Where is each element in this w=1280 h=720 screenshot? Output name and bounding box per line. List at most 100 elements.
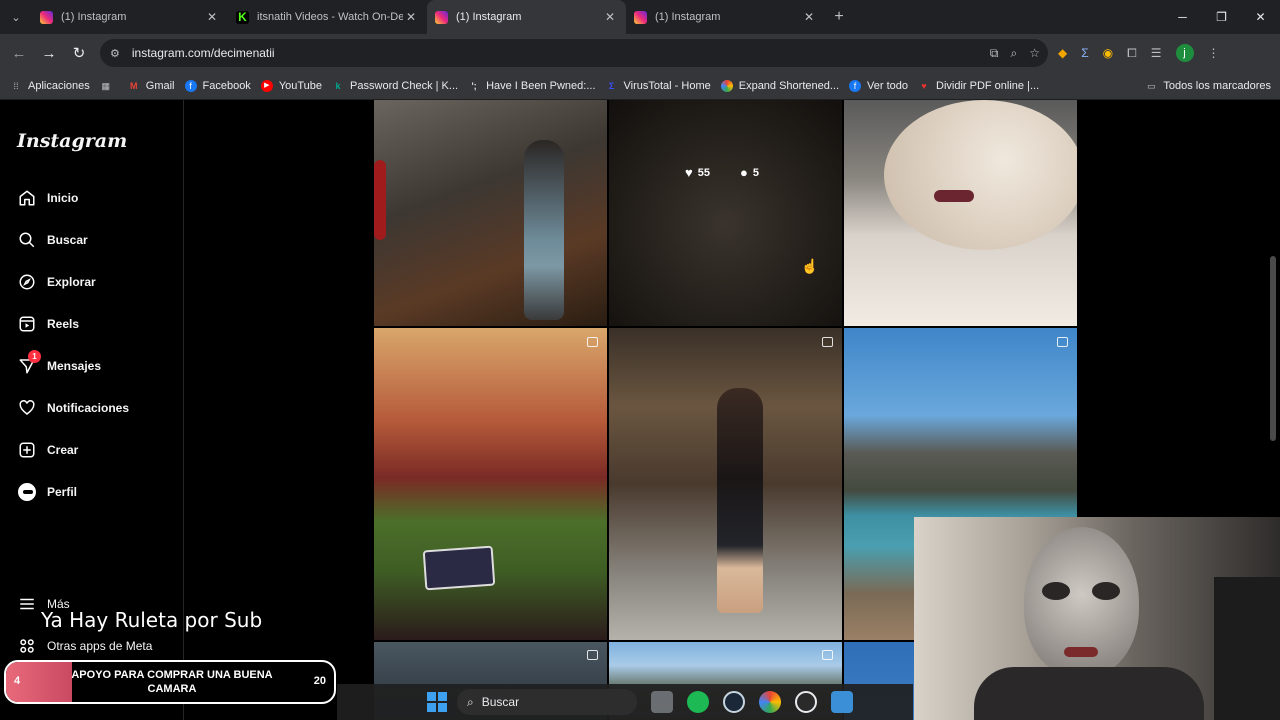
media-controls-icon[interactable]: ☰	[1151, 46, 1162, 60]
install-app-icon[interactable]: ⧉	[990, 46, 999, 61]
nav-otras-apps-meta[interactable]: Otras apps de Meta	[17, 636, 152, 656]
nav-crear[interactable]: Crear	[17, 440, 78, 460]
notification-badge: 1	[28, 350, 41, 363]
windows-start-icon[interactable]	[427, 692, 447, 712]
minimize-icon[interactable]: ─	[1163, 0, 1202, 34]
nav-buscar[interactable]: Buscar	[17, 230, 88, 250]
extension-icon[interactable]: ◉	[1103, 46, 1113, 60]
post-thumbnail[interactable]	[374, 100, 607, 326]
goal-current: 4	[14, 675, 21, 687]
scrollbar-thumb[interactable]	[1270, 256, 1276, 441]
nav-label: Buscar	[47, 233, 88, 247]
taskbar-search[interactable]: ⌕ Buscar	[457, 689, 637, 715]
kick-icon: K	[236, 10, 249, 24]
bookmark-password-check[interactable]: k Password Check | K...	[332, 80, 459, 92]
close-icon[interactable]: ✕	[801, 10, 817, 24]
tab-kick[interactable]: K itsnatih Videos - Watch On-Dem ✕	[228, 0, 427, 34]
nav-inicio[interactable]: Inicio	[17, 188, 78, 208]
bookmark-virustotal[interactable]: Σ VirusTotal - Home	[606, 80, 711, 92]
carousel-icon	[1057, 337, 1068, 347]
reload-icon[interactable]: ↻	[64, 44, 94, 62]
bookmark-grid[interactable]: ▦	[100, 80, 118, 92]
chrome-icon[interactable]	[759, 691, 781, 713]
notepad-icon[interactable]	[831, 691, 853, 713]
task-view-icon[interactable]	[651, 691, 673, 713]
extension-icon[interactable]: ◆	[1058, 46, 1067, 60]
nav-label: Inicio	[47, 191, 79, 205]
bookmarks-bar: ⁞⁞ Aplicaciones ▦ M Gmail f Facebook ▶ YouTu…	[0, 72, 1280, 100]
puzzle-icon[interactable]: ⧠	[1127, 46, 1137, 61]
post-thumbnail-hovered[interactable]: ♥ 55 ● 5 ☝	[609, 100, 842, 326]
bookmark-haveibeenpwned[interactable]: '; Have I Been Pwned:...	[468, 80, 595, 92]
streamer-shirt	[974, 667, 1204, 720]
stream-subtitle: Ya Hay Ruleta por Sub	[41, 608, 263, 632]
profile-icon	[17, 482, 37, 502]
youtube-icon: ▶	[260, 79, 273, 92]
obs-icon[interactable]	[795, 691, 817, 713]
meta-apps-icon	[17, 636, 37, 656]
tab-search-button[interactable]: ⌄	[0, 0, 32, 34]
search-icon: ⌕	[467, 694, 474, 709]
bookmark-dividir-pdf[interactable]: ♥ Dividir PDF online |...	[918, 80, 1039, 92]
new-tab-button[interactable]: +	[825, 8, 853, 26]
instagram-icon	[634, 10, 647, 24]
close-icon[interactable]: ✕	[403, 10, 419, 24]
bookmark-star-icon[interactable]: ☆	[1029, 46, 1040, 61]
bookmark-gmail[interactable]: M Gmail	[128, 80, 174, 92]
back-arrow-icon[interactable]: ←	[4, 45, 34, 62]
tab-title: (1) Instagram	[61, 11, 127, 23]
streamer-face	[1024, 527, 1139, 677]
plus-square-icon	[17, 440, 37, 460]
nav-label: Perfil	[47, 485, 78, 499]
bookmark-youtube[interactable]: ▶ YouTube	[260, 79, 322, 92]
bookmark-facebook[interactable]: f Facebook	[184, 79, 251, 92]
grid-icon: ▦	[101, 80, 111, 91]
steam-icon[interactable]	[723, 691, 745, 713]
right-eye	[1092, 582, 1120, 600]
extension-icon[interactable]: Σ	[1081, 46, 1088, 60]
pdf-icon: ♥	[921, 80, 927, 91]
heart-icon: ♥	[685, 165, 693, 180]
bookmark-expand[interactable]: Expand Shortened...	[720, 79, 839, 92]
avatar[interactable]: j	[1175, 44, 1194, 62]
post-thumbnail[interactable]	[844, 100, 1077, 326]
bookmark-label: Facebook	[202, 79, 251, 92]
nav-explorar[interactable]: Explorar	[17, 272, 96, 292]
url-text: instagram.com/decimenatii	[131, 46, 275, 60]
mouth	[1064, 647, 1098, 657]
extensions-area: ◆ Σ ◉ ⧠ ☰ j ⋮	[1058, 44, 1220, 62]
close-icon[interactable]: ✕	[204, 10, 220, 24]
close-icon[interactable]: ✕	[602, 10, 618, 24]
tab-instagram-active[interactable]: (1) Instagram ✕	[427, 0, 626, 34]
forward-arrow-icon[interactable]: →	[34, 45, 64, 62]
bookmark-apps[interactable]: ⁞⁞ Aplicaciones	[10, 80, 89, 92]
carousel-icon	[822, 650, 833, 660]
address-bar[interactable]: ⚙ instagram.com/decimenatii ⧉ ⌕ ☆	[100, 39, 1048, 67]
messenger-icon: 1	[17, 350, 41, 376]
nav-mensajes[interactable]: 1 Mensajes	[17, 350, 101, 376]
restore-icon[interactable]: ❐	[1202, 0, 1241, 34]
donation-goal-bar: 4 APOYO PARA COMPRAR UNA BUENA CAMARA 20	[4, 660, 336, 704]
instagram-logo[interactable]: Instagram	[17, 130, 127, 152]
tab-title: (1) Instagram	[655, 11, 721, 23]
nav-perfil[interactable]: Perfil	[17, 482, 77, 502]
post-thumbnail[interactable]	[374, 328, 607, 640]
tab-instagram-4[interactable]: (1) Instagram ✕	[626, 0, 825, 34]
kebab-menu-icon[interactable]: ⋮	[1208, 46, 1220, 60]
all-bookmarks[interactable]: ▭ Todos los marcadores	[1145, 80, 1271, 92]
bookmark-label: Ver todo	[867, 79, 909, 92]
search-icon	[17, 230, 37, 250]
post-thumbnail[interactable]	[609, 328, 842, 640]
close-window-icon[interactable]: ✕	[1241, 0, 1280, 34]
reel-icon	[822, 337, 833, 347]
zoom-icon[interactable]: ⌕	[1011, 46, 1018, 61]
cat-figure	[884, 100, 1077, 250]
bookmark-ver-todo[interactable]: f Ver todo	[849, 79, 909, 92]
site-info-icon[interactable]: ⚙	[110, 47, 120, 60]
nav-reels[interactable]: Reels	[17, 314, 79, 334]
tab-instagram-1[interactable]: (1) Instagram ✕	[32, 0, 228, 34]
spotify-icon[interactable]	[687, 691, 709, 713]
comment-icon: ●	[740, 165, 748, 180]
nav-notificaciones[interactable]: Notificaciones	[17, 398, 129, 418]
gmail-icon: M	[130, 80, 138, 91]
